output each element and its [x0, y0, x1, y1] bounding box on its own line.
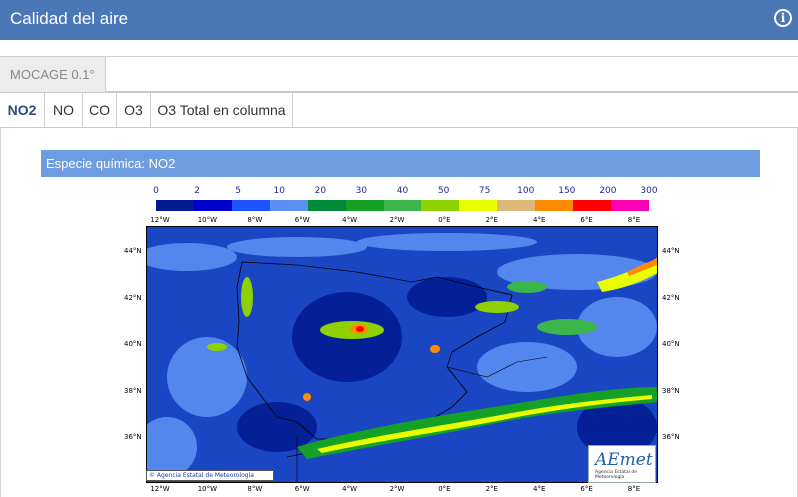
latitude-label: 42°N [124, 293, 142, 302]
latitude-label: 36°N [124, 433, 142, 441]
colorbar-segment [421, 200, 460, 211]
no2-forecast-map: 0 2 5 10 20 30 40 50 75 100 150 200 300 12°W 10°W 8°W 6… [122, 183, 680, 497]
legend-value-10: 10 [273, 186, 285, 196]
species-tab-bar: NO2 NO CO O3 O3 Total en columna [0, 92, 798, 128]
tab-mocage[interactable]: MOCAGE 0.1° [0, 57, 106, 92]
species-header: Especie química: NO2 [41, 150, 760, 177]
longitude-label: 2°W [389, 485, 405, 493]
model-tab-bar: MOCAGE 0.1° [0, 56, 798, 92]
longitude-label: 12°W [150, 216, 170, 224]
legend-value-200: 200 [599, 186, 617, 196]
tab-no2[interactable]: NO2 [0, 93, 45, 127]
colorbar-segment [345, 200, 384, 211]
info-icon[interactable]: i [774, 9, 792, 27]
longitude-label: 6°E [580, 485, 593, 493]
legend-value-75: 75 [478, 186, 491, 196]
latitude-label: 38°N [662, 386, 680, 395]
title-bar: Calidad del aire i [0, 0, 798, 40]
longitude-label: 6°E [580, 216, 593, 224]
map-svg [147, 227, 657, 482]
legend-value-2: 2 [194, 186, 200, 196]
longitude-label: 6°W [294, 216, 310, 224]
colorbar-segment [535, 200, 574, 211]
copyright-credit: © Agencia Estatal de Meteorología [146, 470, 274, 481]
longitude-label: 4°W [342, 216, 358, 224]
longitude-label: 8°W [247, 485, 263, 493]
concentration-field [146, 226, 658, 483]
tab-no[interactable]: NO [45, 93, 83, 127]
longitude-label: 8°E [627, 485, 641, 493]
legend-value-20: 20 [314, 186, 327, 196]
longitude-label: 0°E [438, 485, 451, 493]
tab-o3[interactable]: O3 [117, 93, 151, 127]
legend-value-5: 5 [235, 186, 242, 196]
tab-o3-total-column[interactable]: O3 Total en columna [151, 93, 293, 127]
aemet-logo-subtitle: Agencia Estatal de Meteorología [595, 470, 638, 480]
colorbar-segment [193, 200, 232, 211]
longitude-label: 4°W [342, 485, 358, 493]
longitude-label: 6°W [294, 485, 310, 493]
latitude-label: 38°N [124, 386, 142, 395]
longitude-label: 2°E [485, 485, 498, 493]
colorbar-segment [573, 200, 612, 211]
latitude-label: 44°N [662, 247, 680, 255]
legend-value-50: 50 [437, 186, 450, 196]
latitude-label: 36°N [662, 433, 680, 441]
colorbar-segment [383, 200, 422, 211]
legend-value-300: 300 [640, 186, 658, 196]
tab-co[interactable]: CO [83, 93, 117, 127]
colorbar-segment [156, 200, 194, 211]
longitude-label: 4°E [532, 485, 546, 493]
latitude-label: 40°N [124, 340, 142, 348]
colorbar-segment [611, 200, 649, 211]
longitude-label: 8°E [627, 216, 641, 224]
legend-value-100: 100 [517, 186, 535, 196]
colorbar-segment [231, 200, 270, 211]
latitude-label: 40°N [662, 340, 680, 348]
page-title: Calidad del aire [10, 9, 129, 28]
longitude-label: 8°W [247, 216, 263, 224]
colorbar-segment [307, 200, 346, 211]
longitude-label: 4°E [532, 216, 546, 224]
legend-value-150: 150 [558, 186, 576, 196]
legend-value-40: 40 [396, 186, 409, 196]
longitude-label: 10°W [197, 485, 218, 493]
longitude-label: 12°W [150, 485, 170, 493]
legend-value-0: 0 [153, 186, 159, 196]
legend-value-30: 30 [355, 186, 368, 196]
colorbar-segment [497, 200, 536, 211]
longitude-label: 2°W [389, 216, 405, 224]
colorbar-segment [459, 200, 498, 211]
aemet-logo: AEmet Agencia Estatal de Meteorología [588, 445, 656, 483]
aemet-logo-text: AEmet [595, 450, 653, 470]
longitude-label: 0°E [438, 216, 451, 224]
latitude-label: 42°N [662, 293, 680, 302]
longitude-label: 2°E [485, 216, 498, 224]
latitude-label: 44°N [124, 247, 142, 255]
colorbar-segment [269, 200, 308, 211]
longitude-label: 10°W [197, 216, 218, 224]
